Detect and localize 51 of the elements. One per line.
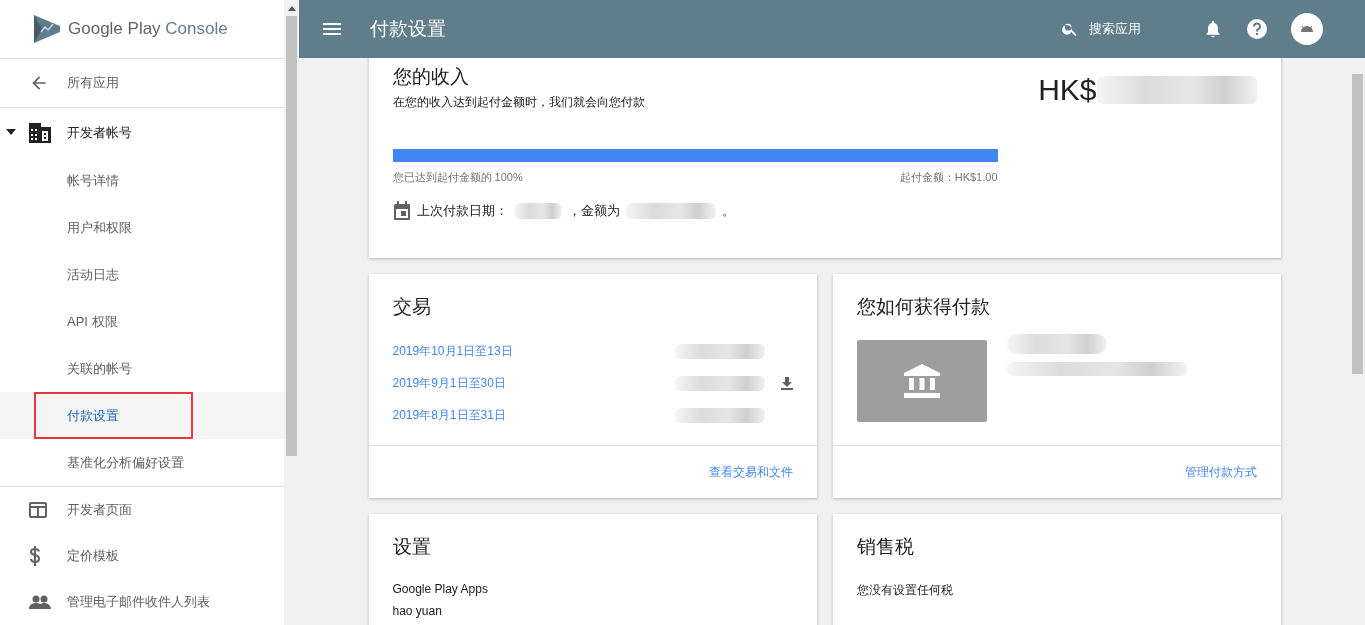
progress-label: 您已达到起付金额的 100% [392, 170, 523, 185]
card-title: 交易 [392, 295, 432, 319]
manage-payment-link[interactable]: 管理付款方式 [1184, 463, 1257, 481]
redacted-block [513, 203, 562, 219]
sidebar-subitem[interactable]: API 权限 [67, 298, 118, 345]
web-page-icon [29, 502, 47, 518]
scrollbar[interactable] [284, 0, 299, 625]
sidebar-subitem[interactable]: 活动日志 [67, 251, 119, 298]
card-title: 您如何获得付款 [856, 295, 991, 319]
transaction-link[interactable]: 2019年9月1日至30日 [392, 374, 675, 392]
end-mark: 。 [721, 202, 735, 220]
sidebar-subitem[interactable]: 关联的帐号 [67, 345, 132, 392]
bank-icon [903, 364, 940, 398]
calendar-icon [392, 201, 411, 221]
app-logo-text: Google Play Console [68, 19, 228, 39]
page-title: 付款设置 [370, 17, 446, 41]
sidebar-item[interactable]: 开发者页面 [0, 487, 284, 533]
sidebar-subitem[interactable]: 基准化分析偏好设置 [67, 439, 184, 486]
avatar-icon[interactable] [1291, 13, 1323, 45]
last-payment-label: 上次付款日期： [416, 202, 508, 220]
sidebar-item[interactable]: 管理电子邮件收件人列表 [0, 579, 284, 625]
threshold-label: 起付金额：HK$1.00 [899, 170, 998, 185]
sidebar-section[interactable]: 开发者帐号 [0, 108, 284, 157]
search-button[interactable]: 搜索应用 [1061, 20, 1141, 38]
sidebar-subitem[interactable]: 帐号详情 [67, 157, 119, 204]
card-subtitle: 在您的收入达到起付金额时，我们就会向您付款 [392, 94, 645, 111]
logo-icon [32, 14, 62, 44]
transaction-link[interactable]: 2019年8月1日至31日 [392, 406, 675, 424]
sidebar-subitem[interactable]: 用户和权限 [67, 204, 132, 251]
view-transactions-link[interactable]: 查看交易和文件 [708, 463, 793, 481]
sidebar-item[interactable]: 所有应用 [0, 59, 284, 107]
people-icon [29, 595, 51, 609]
card-title: 销售税 [856, 535, 915, 559]
sales-tax-text: 您没有设置任何税 [856, 582, 954, 599]
help-icon[interactable] [1245, 17, 1269, 41]
notifications-icon[interactable] [1203, 18, 1223, 40]
settings-text: hao yuan [392, 604, 443, 618]
scroll-up-arrow-icon[interactable] [287, 6, 296, 11]
card-title: 设置 [392, 535, 432, 559]
caret-icon [6, 129, 16, 135]
earnings-amount: HK$ [1038, 72, 1097, 107]
download-icon[interactable] [780, 376, 793, 390]
sidebar-subitem[interactable]: 付款设置 [34, 392, 193, 439]
transaction-link[interactable]: 2019年10月1日至13日 [392, 342, 675, 360]
card-title: 您的收入 [392, 65, 470, 89]
menu-icon[interactable] [323, 23, 341, 35]
dollar-icon [29, 546, 41, 566]
settings-text: Google Play Apps [392, 582, 489, 596]
amount-label: ，金额为 [567, 202, 620, 220]
sidebar-item[interactable]: 定价模板 [0, 533, 284, 579]
building-icon [29, 122, 51, 143]
